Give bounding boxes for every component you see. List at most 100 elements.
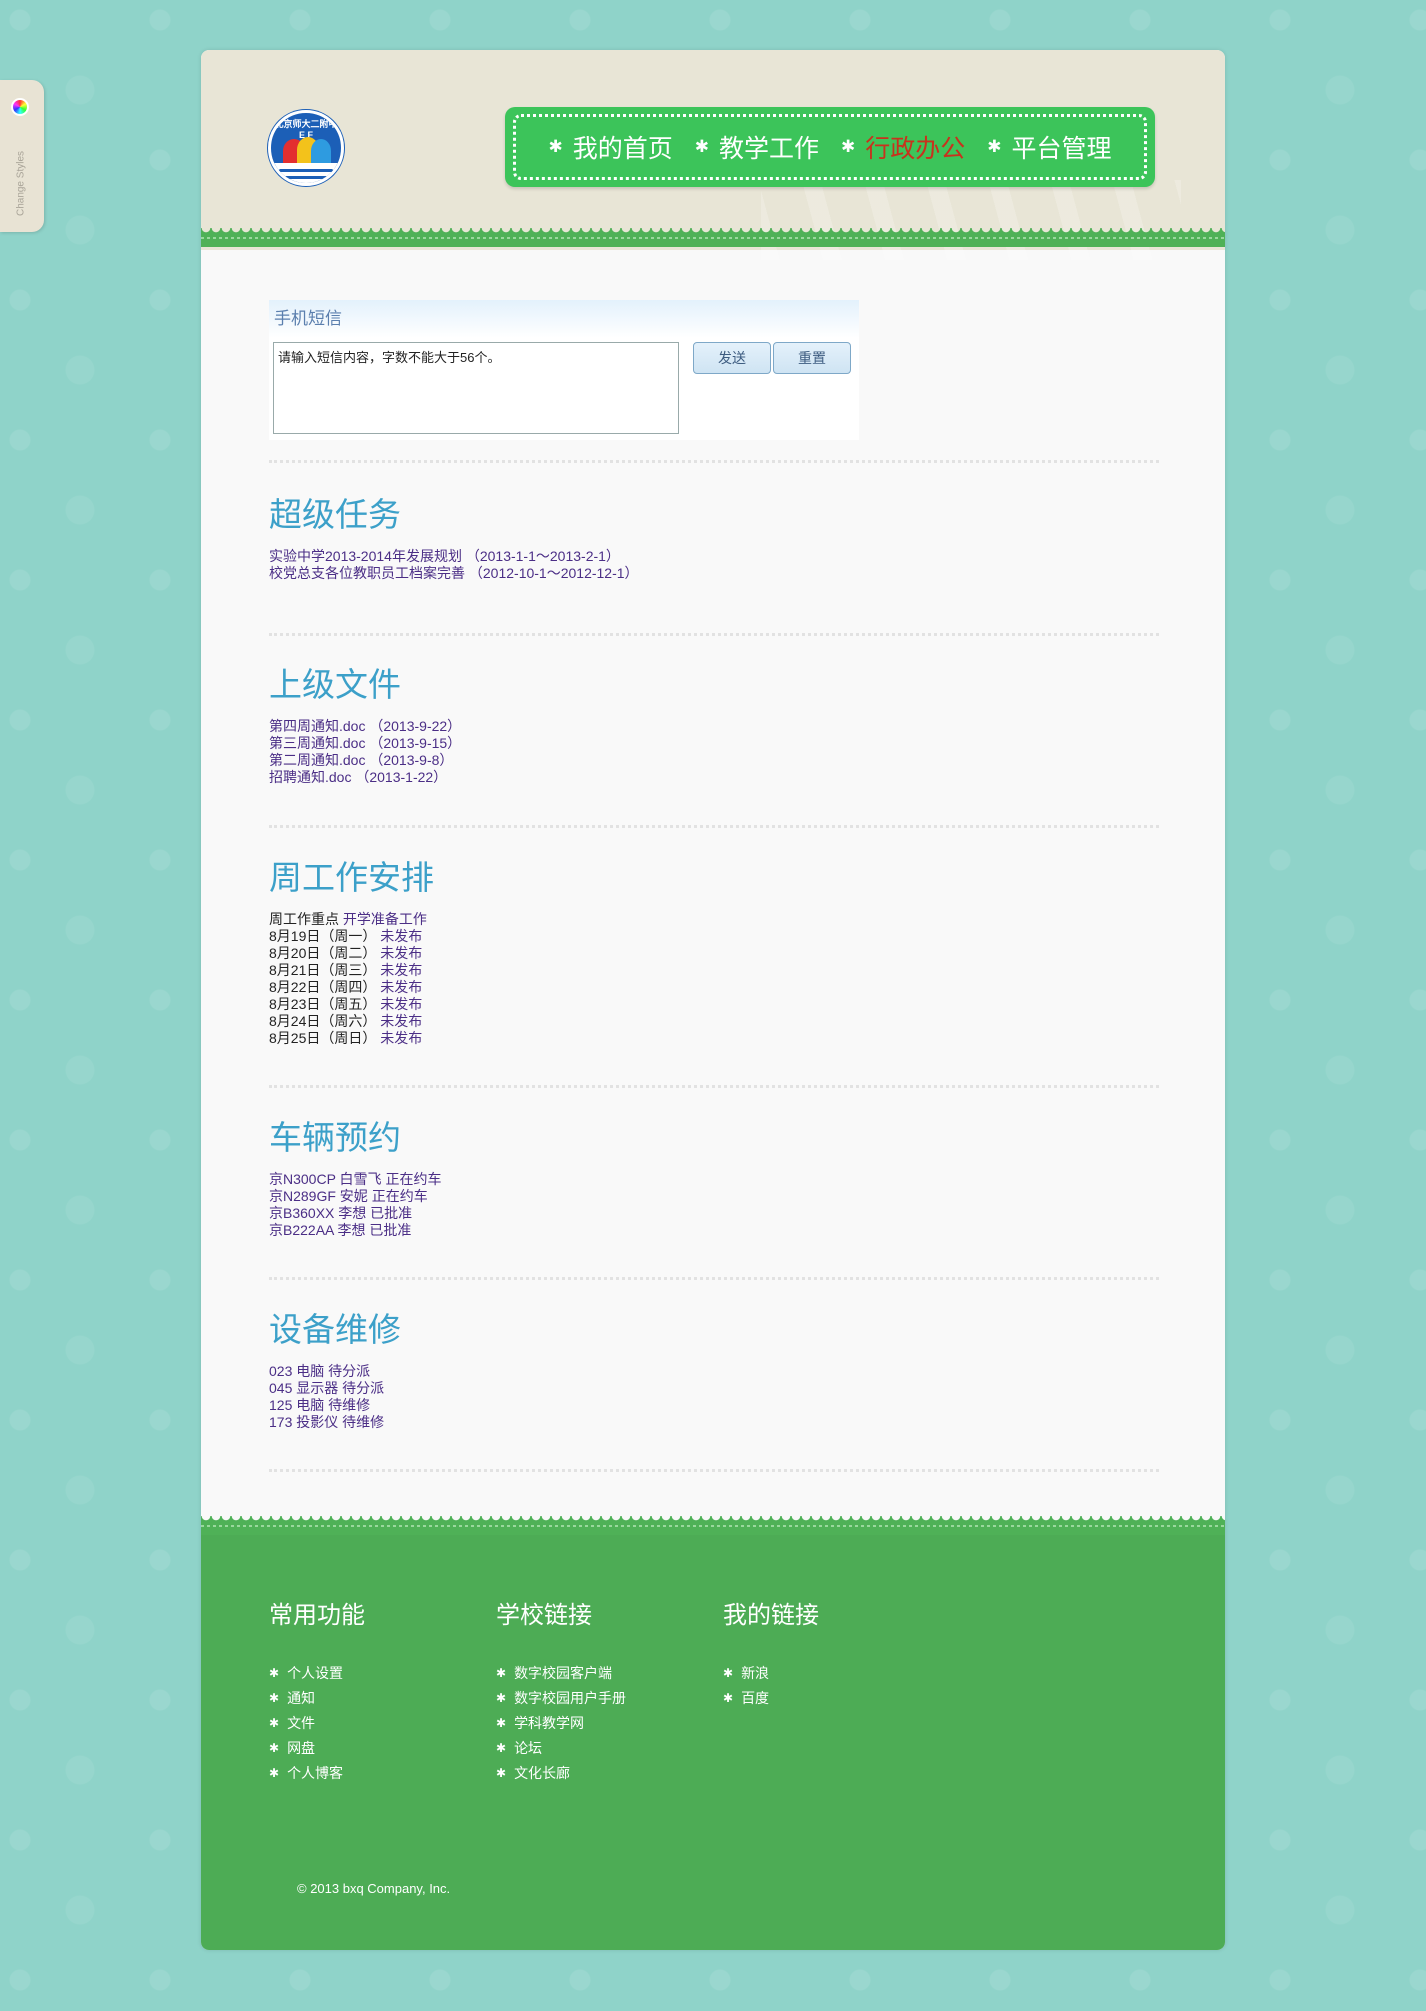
- send-button[interactable]: 发送: [693, 342, 771, 374]
- asterisk-icon: ✱: [841, 137, 856, 156]
- vehicle-booking-section: 车辆预约 京N300CP 白雪飞 正在约车 京N289GF 安妮 正在约车 京B…: [269, 1111, 1159, 1239]
- asterisk-icon: ✱: [496, 1715, 507, 1730]
- footer-link[interactable]: ✱ 学科教学网: [496, 1710, 626, 1735]
- footer-link[interactable]: ✱ 个人设置: [269, 1660, 365, 1685]
- weekly-day-row: 8月22日（周四） 未发布: [269, 979, 423, 995]
- footer-link[interactable]: ✱ 数字校园客户端: [496, 1660, 626, 1685]
- task-link[interactable]: 校党总支各位教职员工档案完善 （2012-10-1～2012-12-1）: [269, 565, 1159, 582]
- header: 北京师大二附中 E F ✱ 我的首页 ✱ 教学工作 ✱ 行政办公 ✱ 平台管理: [201, 50, 1225, 260]
- asterisk-icon: ✱: [496, 1740, 507, 1755]
- vehicle-link[interactable]: 京B222AA 李想 已批准: [269, 1222, 1159, 1239]
- color-wheel-icon: [11, 98, 29, 116]
- footer-column-school: 学校链接 ✱ 数字校园客户端 ✱ 数字校园用户手册 ✱ 学科教学网 ✱ 论坛 ✱ 文化长廊: [496, 1595, 626, 1785]
- repair-link[interactable]: 125 电脑 待维修: [269, 1397, 1159, 1414]
- footer-link[interactable]: ✱ 网盘: [269, 1735, 365, 1760]
- footer-column-common: 常用功能 ✱ 个人设置 ✱ 通知 ✱ 文件 ✱ 网盘 ✱ 个人博客: [269, 1595, 365, 1785]
- header-zigzag-border: [201, 228, 1225, 247]
- logo-sail-blue: [311, 139, 331, 163]
- footer-link[interactable]: ✱ 个人博客: [269, 1760, 365, 1785]
- asterisk-icon: ✱: [269, 1665, 280, 1680]
- document-link[interactable]: 招聘通知.doc （2013-1-22）: [269, 769, 1159, 786]
- nav-item-label: 我的首页: [572, 135, 673, 163]
- super-tasks-section: 超级任务 实验中学2013-2014年发展规划 （2013-1-1～2013-2…: [269, 488, 1159, 582]
- nav-item-teaching[interactable]: ✱ 教学工作: [695, 129, 819, 165]
- vehicle-link[interactable]: 京N289GF 安妮 正在约车: [269, 1188, 1159, 1205]
- section-title: 上级文件: [269, 666, 401, 703]
- section-title: 车辆预约: [269, 1119, 401, 1156]
- nav-item-label: 行政办公: [865, 135, 966, 163]
- nav-item-platform[interactable]: ✱ 平台管理: [987, 129, 1111, 165]
- main-nav-inner: ✱ 我的首页 ✱ 教学工作 ✱ 行政办公 ✱ 平台管理: [513, 114, 1147, 180]
- asterisk-icon: ✱: [269, 1715, 280, 1730]
- document-link[interactable]: 第三周通知.doc （2013-9-15）: [269, 735, 1159, 752]
- documents-section: 上级文件 第四周通知.doc （2013-9-22） 第三周通知.doc （20…: [269, 658, 1159, 786]
- footer-column-title: 学校链接: [496, 1602, 592, 1629]
- logo-wave: [271, 163, 341, 183]
- status-link[interactable]: 未发布: [380, 945, 422, 961]
- sms-title: 手机短信: [269, 300, 859, 338]
- footer-zigzag-border: [201, 1516, 1225, 1535]
- asterisk-icon: ✱: [269, 1740, 280, 1755]
- weekly-schedule-section: 周工作安排 周工作重点 开学准备工作 8月19日（周一） 未发布 8月20日（周…: [269, 851, 1159, 1047]
- repair-link[interactable]: 045 显示器 待分派: [269, 1380, 1159, 1397]
- section-divider: [269, 1469, 1159, 1472]
- reset-button[interactable]: 重置: [773, 342, 851, 374]
- status-link[interactable]: 未发布: [380, 928, 422, 944]
- asterisk-icon: ✱: [496, 1665, 507, 1680]
- status-link[interactable]: 未发布: [380, 962, 422, 978]
- section-divider: [269, 825, 1159, 828]
- section-title: 超级任务: [269, 496, 401, 533]
- repair-link[interactable]: 023 电脑 待分派: [269, 1363, 1159, 1380]
- nav-item-home[interactable]: ✱ 我的首页: [548, 129, 672, 165]
- document-link[interactable]: 第四周通知.doc （2013-9-22）: [269, 718, 1159, 735]
- weekly-day-row: 8月25日（周日） 未发布: [269, 1030, 423, 1046]
- section-divider: [269, 633, 1159, 636]
- school-logo[interactable]: 北京师大二附中 E F: [268, 110, 344, 186]
- asterisk-icon: ✱: [987, 137, 1002, 156]
- footer-link[interactable]: ✱ 新浪: [723, 1660, 819, 1685]
- nav-item-label: 教学工作: [718, 135, 819, 163]
- page-container: 北京师大二附中 E F ✱ 我的首页 ✱ 教学工作 ✱ 行政办公 ✱ 平台管理 …: [201, 50, 1225, 1950]
- nav-item-label: 平台管理: [1011, 135, 1112, 163]
- asterisk-icon: ✱: [548, 137, 563, 156]
- footer-column-mylinks: 我的链接 ✱ 新浪 ✱ 百度: [723, 1595, 819, 1710]
- repair-link[interactable]: 173 投影仪 待维修: [269, 1414, 1159, 1431]
- asterisk-icon: ✱: [694, 137, 709, 156]
- status-link[interactable]: 未发布: [380, 996, 422, 1012]
- main-nav: ✱ 我的首页 ✱ 教学工作 ✱ 行政办公 ✱ 平台管理: [505, 107, 1155, 187]
- style-switcher-label: Change Styles: [15, 150, 27, 217]
- style-switcher-tab[interactable]: Change Styles: [0, 80, 44, 232]
- vehicle-link[interactable]: 京N300CP 白雪飞 正在约车: [269, 1171, 1159, 1188]
- section-title: 周工作安排: [269, 859, 434, 896]
- footer-link[interactable]: ✱ 通知: [269, 1685, 365, 1710]
- vehicle-link[interactable]: 京B360XX 李想 已批准: [269, 1205, 1159, 1222]
- task-link[interactable]: 实验中学2013-2014年发展规划 （2013-1-1～2013-2-1）: [269, 548, 1159, 565]
- repairs-section: 设备维修 023 电脑 待分派 045 显示器 待分派 125 电脑 待维修 1…: [269, 1303, 1159, 1431]
- weekly-day-row: 8月23日（周五） 未发布: [269, 996, 423, 1012]
- weekly-focus-link[interactable]: 开学准备工作: [343, 911, 427, 927]
- footer-link[interactable]: ✱ 文件: [269, 1710, 365, 1735]
- status-link[interactable]: 未发布: [380, 1030, 422, 1046]
- footer-link[interactable]: ✱ 百度: [723, 1685, 819, 1710]
- footer-link[interactable]: ✱ 论坛: [496, 1735, 626, 1760]
- status-link[interactable]: 未发布: [380, 979, 422, 995]
- section-divider: [269, 460, 1159, 463]
- weekly-day-row: 8月19日（周一） 未发布: [269, 928, 423, 944]
- section-divider: [269, 1277, 1159, 1280]
- footer-link[interactable]: ✱ 文化长廊: [496, 1760, 626, 1785]
- document-link[interactable]: 第二周通知.doc （2013-9-8）: [269, 752, 1159, 769]
- footer-column-title: 我的链接: [723, 1602, 819, 1629]
- weekly-focus-row: 周工作重点 开学准备工作: [269, 911, 427, 927]
- footer: 常用功能 ✱ 个人设置 ✱ 通知 ✱ 文件 ✱ 网盘 ✱ 个人博客 学校链接 ✱ 数字校园客…: [201, 1516, 1225, 1950]
- asterisk-icon: ✱: [496, 1765, 507, 1780]
- footer-column-title: 常用功能: [269, 1602, 365, 1629]
- asterisk-icon: ✱: [723, 1665, 734, 1680]
- section-divider: [269, 1085, 1159, 1088]
- nav-item-admin[interactable]: ✱ 行政办公: [841, 129, 965, 165]
- copyright: © 2013 bxq Company, Inc.: [297, 1881, 451, 1896]
- sms-textarea[interactable]: 请输入短信内容，字数不能大于56个。: [273, 342, 679, 434]
- footer-link[interactable]: ✱ 数字校园用户手册: [496, 1685, 626, 1710]
- header-rays: [761, 180, 1181, 260]
- status-link[interactable]: 未发布: [380, 1013, 422, 1029]
- asterisk-icon: ✱: [269, 1765, 280, 1780]
